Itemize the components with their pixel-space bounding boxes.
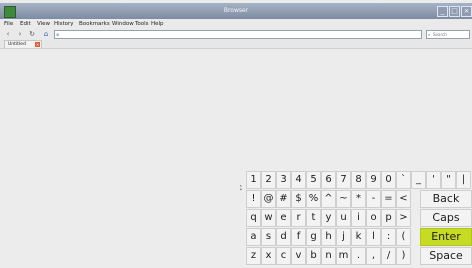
- browser-screen: Browser _ □ × File Edit View History Boo…: [0, 0, 472, 268]
- key-x[interactable]: x: [261, 247, 276, 265]
- site-identity-icon: ⊕: [56, 32, 60, 37]
- key-m[interactable]: m: [336, 247, 351, 265]
- reload-icon[interactable]: ↻: [28, 30, 36, 38]
- key-d[interactable]: d: [276, 228, 291, 246]
- tab-bar: Untitled ×: [0, 40, 472, 49]
- key-symbol-36[interactable]: $: [291, 190, 306, 208]
- back-icon[interactable]: ‹: [4, 30, 12, 38]
- key-g[interactable]: g: [306, 228, 321, 246]
- key-5[interactable]: 5: [306, 171, 321, 189]
- key-symbol-35[interactable]: #: [276, 190, 291, 208]
- key-symbol-41[interactable]: ): [396, 247, 411, 265]
- key-symbol-60[interactable]: <: [396, 190, 411, 208]
- key-4[interactable]: 4: [291, 171, 306, 189]
- key-symbol-64[interactable]: @: [261, 190, 276, 208]
- key-symbol-34[interactable]: ": [441, 171, 456, 189]
- key-j[interactable]: j: [336, 228, 351, 246]
- key-symbol-62[interactable]: >: [396, 209, 411, 227]
- key-r[interactable]: r: [291, 209, 306, 227]
- key-2[interactable]: 2: [261, 171, 276, 189]
- key-symbol-126[interactable]: ~: [336, 190, 351, 208]
- key-symbol-96[interactable]: `: [396, 171, 411, 189]
- menu-view[interactable]: View: [37, 20, 50, 28]
- key-space[interactable]: Space: [420, 247, 472, 265]
- tab-untitled[interactable]: Untitled ×: [4, 40, 42, 48]
- key-symbol-45[interactable]: -: [366, 190, 381, 208]
- key-k[interactable]: k: [351, 228, 366, 246]
- key-enter[interactable]: Enter: [420, 228, 472, 246]
- key-b[interactable]: b: [306, 247, 321, 265]
- key-symbol-39[interactable]: ': [426, 171, 441, 189]
- key-symbol-42[interactable]: *: [351, 190, 366, 208]
- search-placeholder: Search: [433, 32, 447, 37]
- key-a[interactable]: a: [246, 228, 261, 246]
- key-i[interactable]: i: [351, 209, 366, 227]
- key-t[interactable]: t: [306, 209, 321, 227]
- menu-bar: File Edit View History Bookmarks Window …: [0, 19, 472, 29]
- key-y[interactable]: y: [321, 209, 336, 227]
- menu-window[interactable]: Window: [112, 20, 134, 28]
- key-8[interactable]: 8: [351, 171, 366, 189]
- key-1[interactable]: 1: [246, 171, 261, 189]
- key-symbol-47[interactable]: /: [381, 247, 396, 265]
- search-input[interactable]: ⌕ Search: [426, 30, 470, 39]
- menu-tools[interactable]: Tools: [135, 20, 149, 28]
- search-icon: ⌕: [428, 32, 431, 37]
- key-symbol-94[interactable]: ^: [321, 190, 336, 208]
- menu-file[interactable]: File: [4, 20, 13, 28]
- key-u[interactable]: u: [336, 209, 351, 227]
- tab-label: Untitled: [8, 42, 26, 47]
- key-e[interactable]: e: [276, 209, 291, 227]
- key-c[interactable]: c: [276, 247, 291, 265]
- close-window-button[interactable]: ×: [461, 6, 472, 17]
- key-7[interactable]: 7: [336, 171, 351, 189]
- key-6[interactable]: 6: [321, 171, 336, 189]
- menu-bookmarks[interactable]: Bookmarks: [79, 20, 110, 28]
- key-back[interactable]: Back: [420, 190, 472, 208]
- forward-icon[interactable]: ›: [16, 30, 24, 38]
- key-symbol-33[interactable]: !: [246, 190, 261, 208]
- close-tab-icon[interactable]: ×: [35, 42, 40, 47]
- home-icon[interactable]: ⌂: [42, 30, 50, 38]
- key-h[interactable]: h: [321, 228, 336, 246]
- key-f[interactable]: f: [291, 228, 306, 246]
- key-q[interactable]: q: [246, 209, 261, 227]
- key-v[interactable]: v: [291, 247, 306, 265]
- key-l[interactable]: l: [366, 228, 381, 246]
- menu-history[interactable]: History: [54, 20, 74, 28]
- maximize-button[interactable]: □: [449, 6, 460, 17]
- key-symbol-95[interactable]: _: [411, 171, 426, 189]
- key-o[interactable]: o: [366, 209, 381, 227]
- key-caps[interactable]: Caps: [420, 209, 472, 227]
- key-symbol-124[interactable]: |: [456, 171, 471, 189]
- key-symbol-40[interactable]: (: [396, 228, 411, 246]
- title-bar: Browser _ □ ×: [0, 3, 472, 20]
- key-w[interactable]: w: [261, 209, 276, 227]
- menu-help[interactable]: Help: [151, 20, 164, 28]
- key-0[interactable]: 0: [381, 171, 396, 189]
- key-p[interactable]: p: [381, 209, 396, 227]
- url-input[interactable]: ⊕: [54, 30, 422, 39]
- key-n[interactable]: n: [321, 247, 336, 265]
- key-3[interactable]: 3: [276, 171, 291, 189]
- key-9[interactable]: 9: [366, 171, 381, 189]
- key-symbol-37[interactable]: %: [306, 190, 321, 208]
- key-z[interactable]: z: [246, 247, 261, 265]
- window-title: Browser: [223, 7, 249, 14]
- key-symbol-44[interactable]: ,: [366, 247, 381, 265]
- key-symbol-46[interactable]: .: [351, 247, 366, 265]
- minimize-button[interactable]: _: [437, 6, 448, 17]
- navigation-bar: ‹ › ↻ ⌂ ⊕ ⌕ Search: [0, 29, 472, 40]
- key-symbol-61[interactable]: =: [381, 190, 396, 208]
- on-screen-keyboard: 1 2 3 4 5 6 7 8 9 0 ` _ ' " |! @ # $% ^ ~ * - = < Back q w e r t y u i o p…: [242, 171, 472, 268]
- menu-edit[interactable]: Edit: [20, 20, 31, 28]
- key-s[interactable]: s: [261, 228, 276, 246]
- key-symbol-58[interactable]: :: [381, 228, 396, 246]
